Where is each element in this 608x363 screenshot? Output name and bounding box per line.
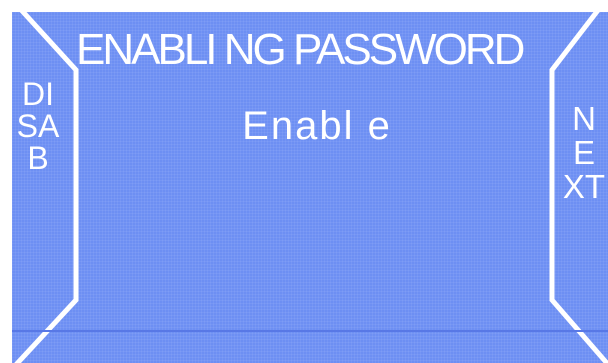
- next-softkey[interactable]: NEXT: [562, 102, 606, 204]
- lcd-screen: ENABLI NG PASSWORD Enabl e DISAB NEXT: [12, 12, 608, 363]
- screen-title: ENABLI NG PASSWORD: [76, 25, 525, 74]
- disable-softkey[interactable]: DISAB: [16, 78, 60, 174]
- current-value: Enabl e: [242, 104, 392, 148]
- left-bracket-frame: [14, 12, 79, 363]
- screen-scanline: [12, 330, 608, 332]
